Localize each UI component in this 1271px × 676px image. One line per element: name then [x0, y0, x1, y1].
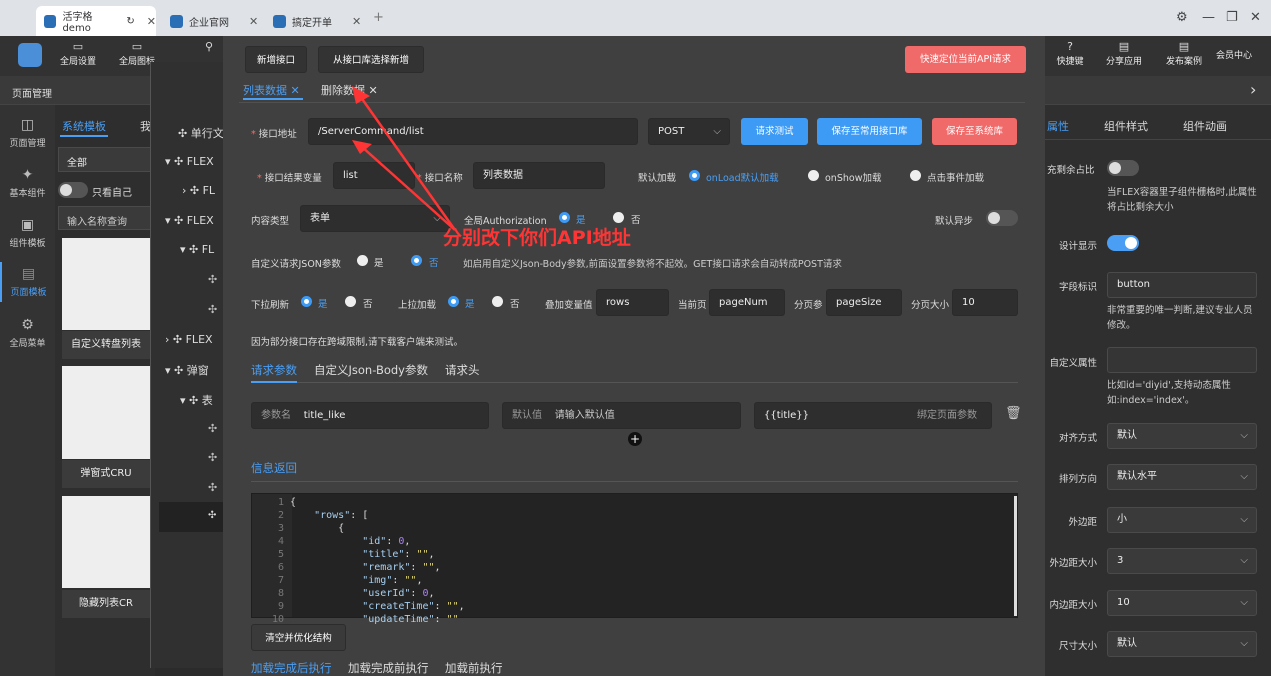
annotation-text: 分别改下你们API地址 [443, 227, 631, 249]
annotation-arrows [352, 86, 457, 231]
